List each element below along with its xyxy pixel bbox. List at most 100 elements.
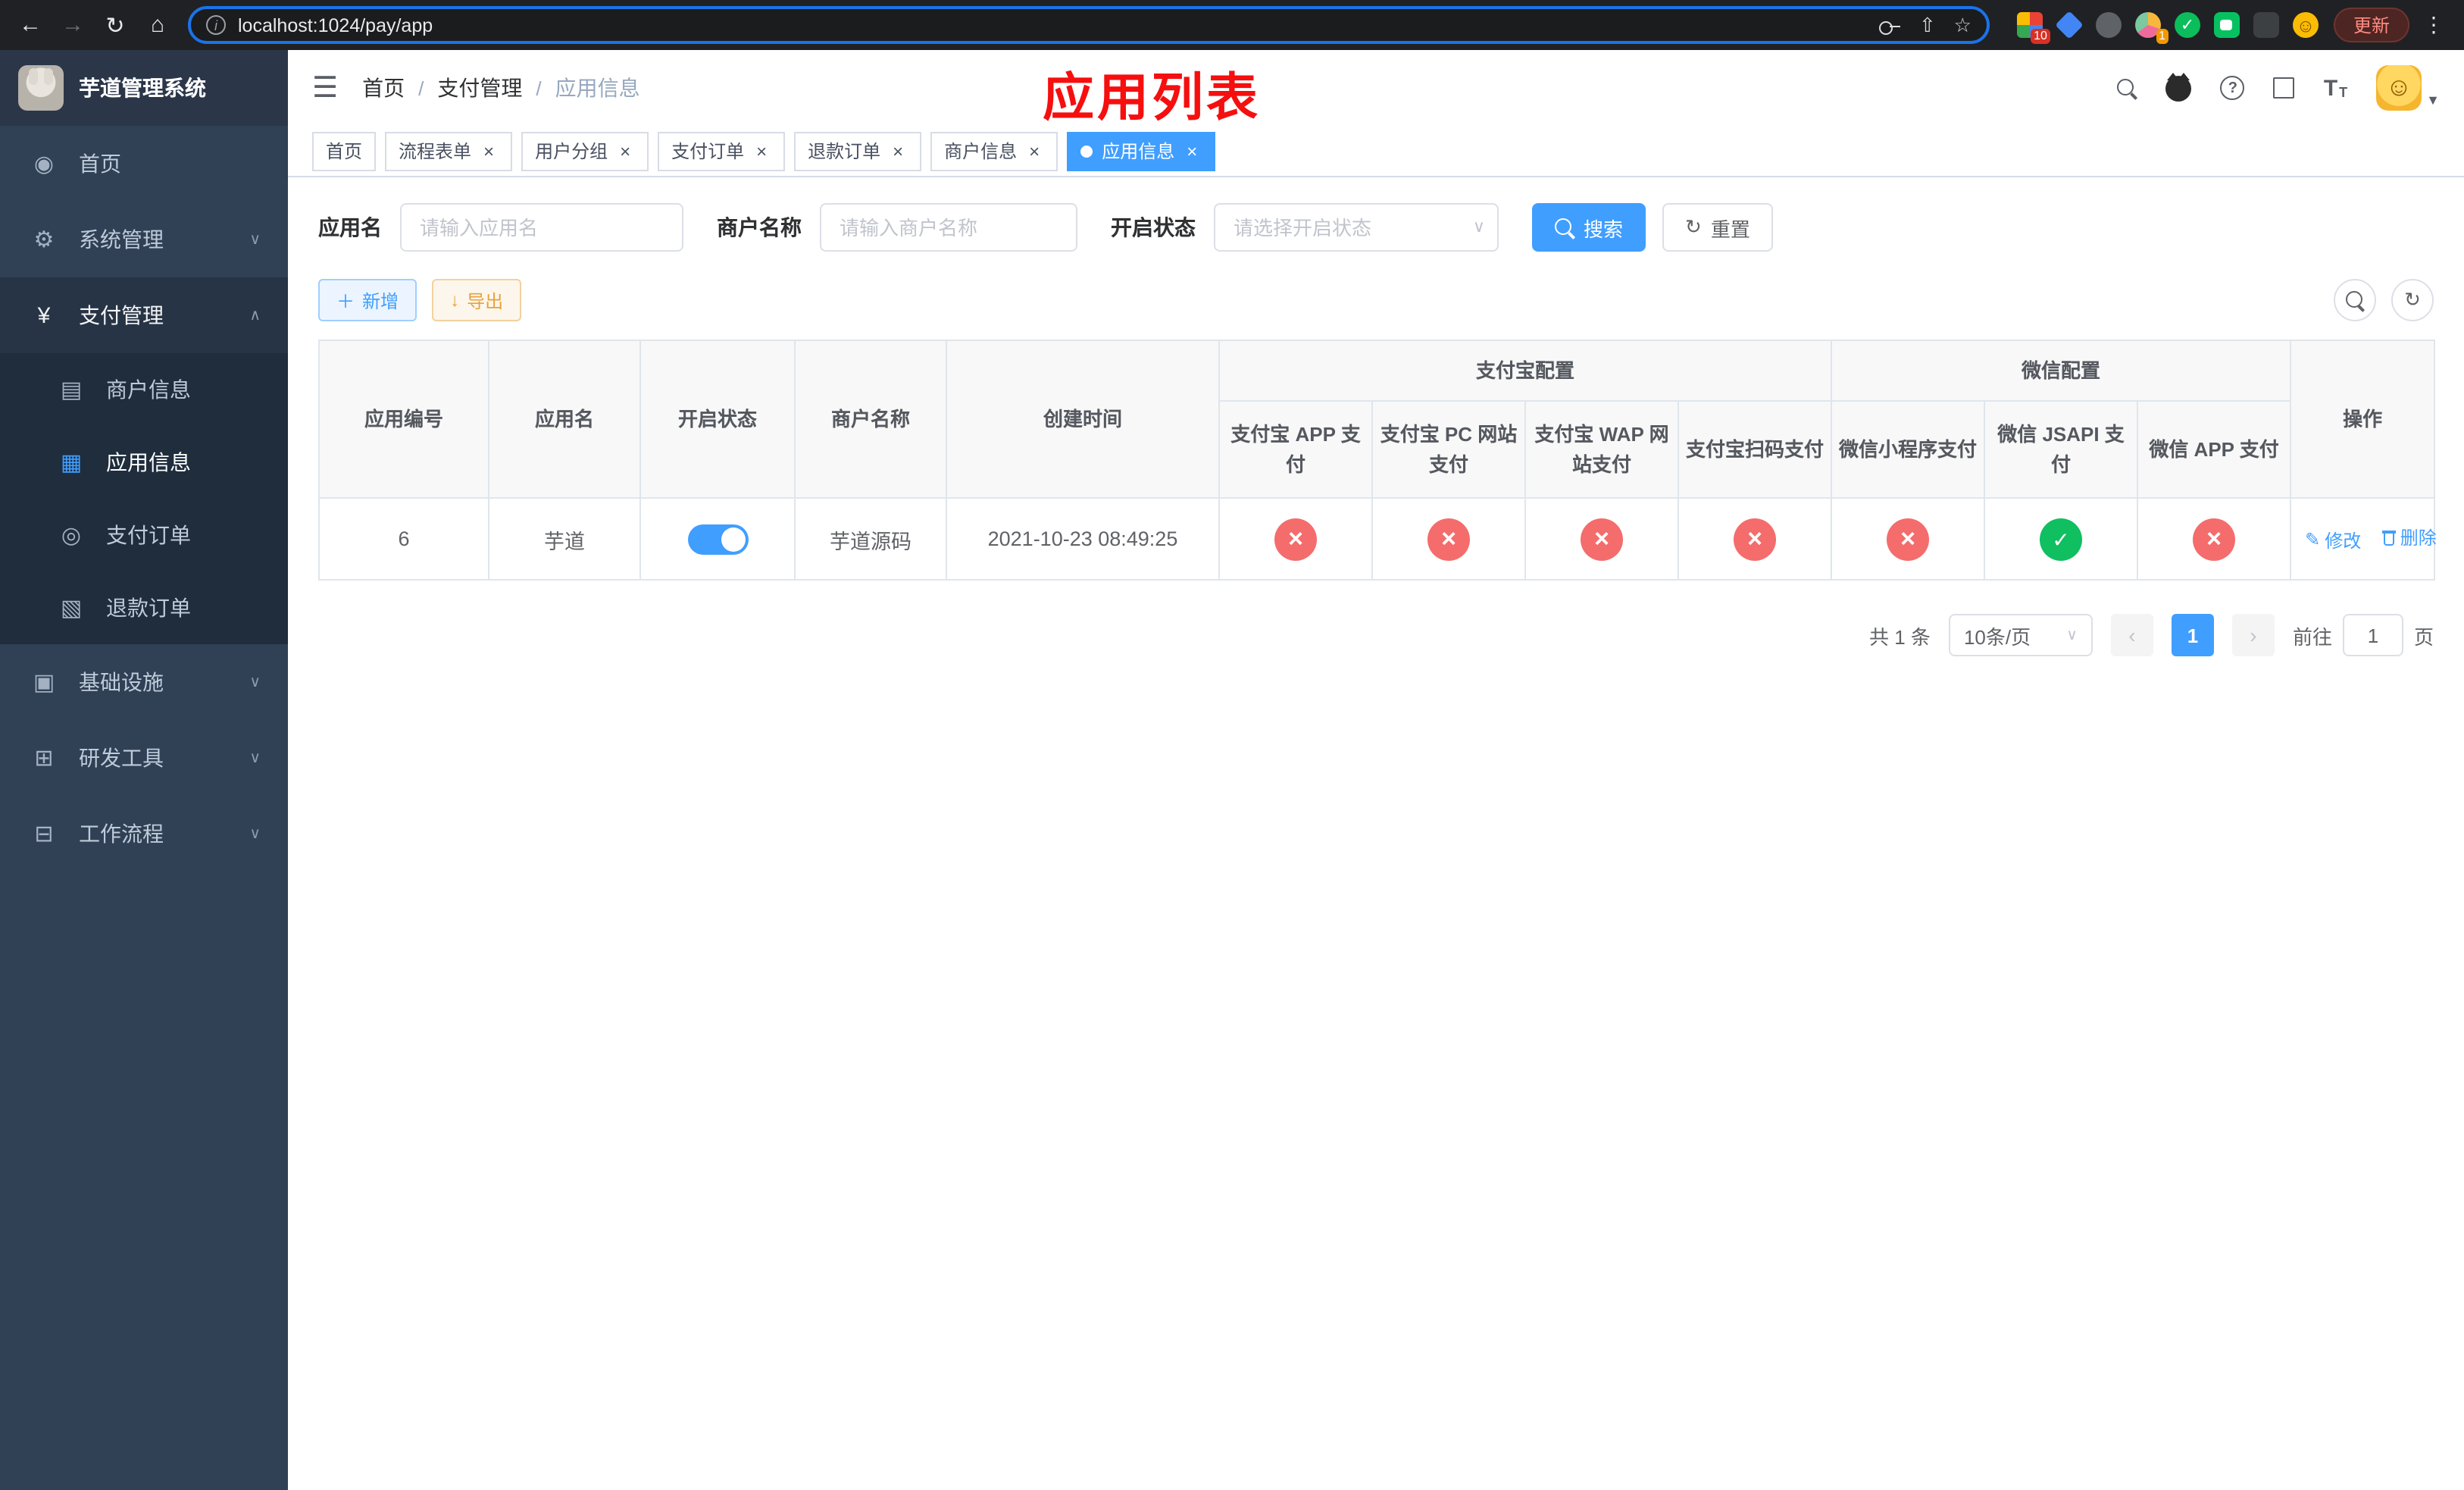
breadcrumb-home[interactable]: 首页 xyxy=(362,73,405,103)
tab-home[interactable]: 首页 xyxy=(312,131,377,171)
tab-app-info[interactable]: 应用信息 xyxy=(1067,131,1216,171)
chevron-down-icon: ∨ xyxy=(249,750,261,766)
extension-icon-7[interactable] xyxy=(2253,12,2279,38)
close-icon[interactable] xyxy=(1024,141,1044,161)
hamburger-icon[interactable]: ☰ xyxy=(312,70,338,105)
app-name-label: 应用名 xyxy=(318,215,382,239)
trash-icon xyxy=(2381,530,2396,546)
search-icon xyxy=(2345,290,2365,310)
status-toggle[interactable] xyxy=(687,524,748,554)
alipay-app-status-icon xyxy=(1274,518,1317,560)
total-count: 共 1 条 xyxy=(1869,625,1931,648)
tab-pay-order[interactable]: 支付订单 xyxy=(658,131,786,171)
gear-icon: ⚙ xyxy=(33,227,55,253)
tab-refund-order[interactable]: 退款订单 xyxy=(794,131,922,171)
close-icon[interactable] xyxy=(479,141,499,161)
search-icon[interactable] xyxy=(2117,78,2137,98)
tab-process-form[interactable]: 流程表单 xyxy=(385,131,513,171)
pagination: 共 1 条 10条/页 ∨ ‹ 1 › 前往 页 xyxy=(318,614,2434,656)
page-annotation: 应用列表 xyxy=(1043,70,1261,127)
share-icon[interactable]: ⇧ xyxy=(1919,13,1936,37)
status-select[interactable]: ∨ xyxy=(1214,203,1499,252)
extension-icon-3[interactable] xyxy=(2095,12,2122,38)
search-button-label: 搜索 xyxy=(1584,218,1624,240)
sidebar-item-merchant-info[interactable]: ▤ 商户信息 xyxy=(0,353,288,426)
sidebar-item-app-info[interactable]: ▦ 应用信息 xyxy=(0,426,288,499)
extension-icon-2[interactable] xyxy=(2055,11,2084,39)
help-icon[interactable] xyxy=(2220,76,2245,100)
breadcrumb-separator: / xyxy=(418,77,424,99)
col-alipay-wap: 支付宝 WAP 网站支付 xyxy=(1524,400,1679,499)
tab-user-group[interactable]: 用户分组 xyxy=(521,131,649,171)
sidebar-item-payment[interactable]: ¥ 支付管理 ∧ xyxy=(0,277,288,353)
reload-icon[interactable]: ↻ xyxy=(97,7,133,43)
extension-icon-1[interactable]: 10 xyxy=(2016,12,2050,44)
reset-button[interactable]: ↻ 重置 xyxy=(1662,203,1773,252)
sidebar-item-label: 首页 xyxy=(79,152,121,176)
export-button[interactable]: ↓ 导出 xyxy=(432,279,522,321)
cell-status xyxy=(639,497,796,581)
sidebar-item-system[interactable]: ⚙ 系统管理 ∨ xyxy=(0,202,288,277)
breadcrumb-payment[interactable]: 支付管理 xyxy=(437,73,522,103)
delete-link[interactable]: 删除 xyxy=(2381,525,2437,551)
refresh-table-button[interactable]: ↻ xyxy=(2391,279,2434,321)
cell-app-name: 芋道 xyxy=(488,497,641,581)
browser-update-button[interactable]: 更新 xyxy=(2333,8,2409,42)
back-icon[interactable]: ← xyxy=(12,7,48,43)
add-button[interactable]: ＋ 新增 xyxy=(318,279,417,321)
user-menu[interactable]: ▼ xyxy=(2376,65,2440,111)
goto-page-input[interactable] xyxy=(2342,614,2403,656)
app-logo-header[interactable]: 芋道管理系统 xyxy=(0,50,288,126)
app-name-input[interactable] xyxy=(400,203,683,252)
prev-page-button[interactable]: ‹ xyxy=(2110,614,2153,656)
sidebar-item-infrastructure[interactable]: ▣ 基础设施 ∨ xyxy=(0,644,288,720)
extension-badge: 1 xyxy=(2156,29,2169,44)
tags-view-bar: 首页 流程表单 用户分组 支付订单 退款订单 商户信息 应用信息 xyxy=(288,126,2464,177)
status-select-input[interactable] xyxy=(1214,203,1499,252)
url-text: localhost:1024/pay/app xyxy=(238,14,433,36)
add-button-label: 新增 xyxy=(362,290,399,311)
home-icon[interactable]: ⌂ xyxy=(139,7,176,43)
extensions-area: 10 1 xyxy=(2008,11,2328,44)
close-icon[interactable] xyxy=(1182,141,1202,161)
extension-icon-5[interactable] xyxy=(2174,12,2200,38)
search-button[interactable]: 搜索 xyxy=(1532,203,1646,252)
sidebar-item-label: 系统管理 xyxy=(79,227,164,252)
merchant-name-input[interactable] xyxy=(820,203,1077,252)
wechat-jsapi-status-icon xyxy=(2040,518,2083,560)
fullscreen-icon[interactable] xyxy=(2273,77,2295,99)
col-app-id: 应用编号 xyxy=(318,340,489,499)
tab-merchant-info[interactable]: 商户信息 xyxy=(930,131,1058,171)
sidebar-item-label: 基础设施 xyxy=(79,670,164,694)
page-number-1[interactable]: 1 xyxy=(2171,614,2214,656)
next-page-button[interactable]: › xyxy=(2231,614,2275,656)
sidebar-item-label: 商户信息 xyxy=(106,377,191,402)
table-row: 6 芋道 芋道源码 2021-10-23 08:49:25 × × × × × … xyxy=(318,497,2437,581)
chevron-down-icon: ∨ xyxy=(249,231,261,248)
close-icon[interactable] xyxy=(615,141,635,161)
close-icon[interactable] xyxy=(752,141,771,161)
address-bar[interactable]: localhost:1024/pay/app ⇧ ☆ xyxy=(188,6,1990,44)
sidebar-item-devtools[interactable]: ⊞ 研发工具 ∨ xyxy=(0,720,288,796)
extension-icon-6[interactable] xyxy=(2213,12,2240,38)
extension-icon-8[interactable] xyxy=(2292,12,2319,38)
password-key-icon[interactable] xyxy=(1879,14,1901,36)
close-icon[interactable] xyxy=(888,141,908,161)
forward-icon[interactable]: → xyxy=(55,7,91,43)
browser-menu-icon[interactable]: ⋮ xyxy=(2416,7,2452,43)
github-icon[interactable] xyxy=(2165,72,2192,101)
sidebar-item-home[interactable]: ◉ 首页 xyxy=(0,126,288,202)
toggle-search-button[interactable] xyxy=(2334,279,2376,321)
font-size-icon[interactable] xyxy=(2324,77,2347,99)
sidebar-item-refund-order[interactable]: ▧ 退款订单 xyxy=(0,571,288,644)
sidebar-item-workflow[interactable]: ⊟ 工作流程 ∨ xyxy=(0,796,288,872)
workflow-icon: ⊟ xyxy=(34,822,54,847)
chevron-up-icon: ∧ xyxy=(249,307,261,324)
extension-icon-4[interactable]: 1 xyxy=(2134,12,2169,44)
edit-link[interactable]: ✎ 修改 xyxy=(2305,527,2361,553)
table-toolbar: ＋ 新增 ↓ 导出 ↻ xyxy=(318,279,2434,321)
sidebar-item-pay-order[interactable]: ◎ 支付订单 xyxy=(0,499,288,571)
page-size-select[interactable]: 10条/页 ∨ xyxy=(1948,614,2093,656)
bookmark-star-icon[interactable]: ☆ xyxy=(1954,13,1972,37)
site-info-icon[interactable] xyxy=(206,15,226,35)
